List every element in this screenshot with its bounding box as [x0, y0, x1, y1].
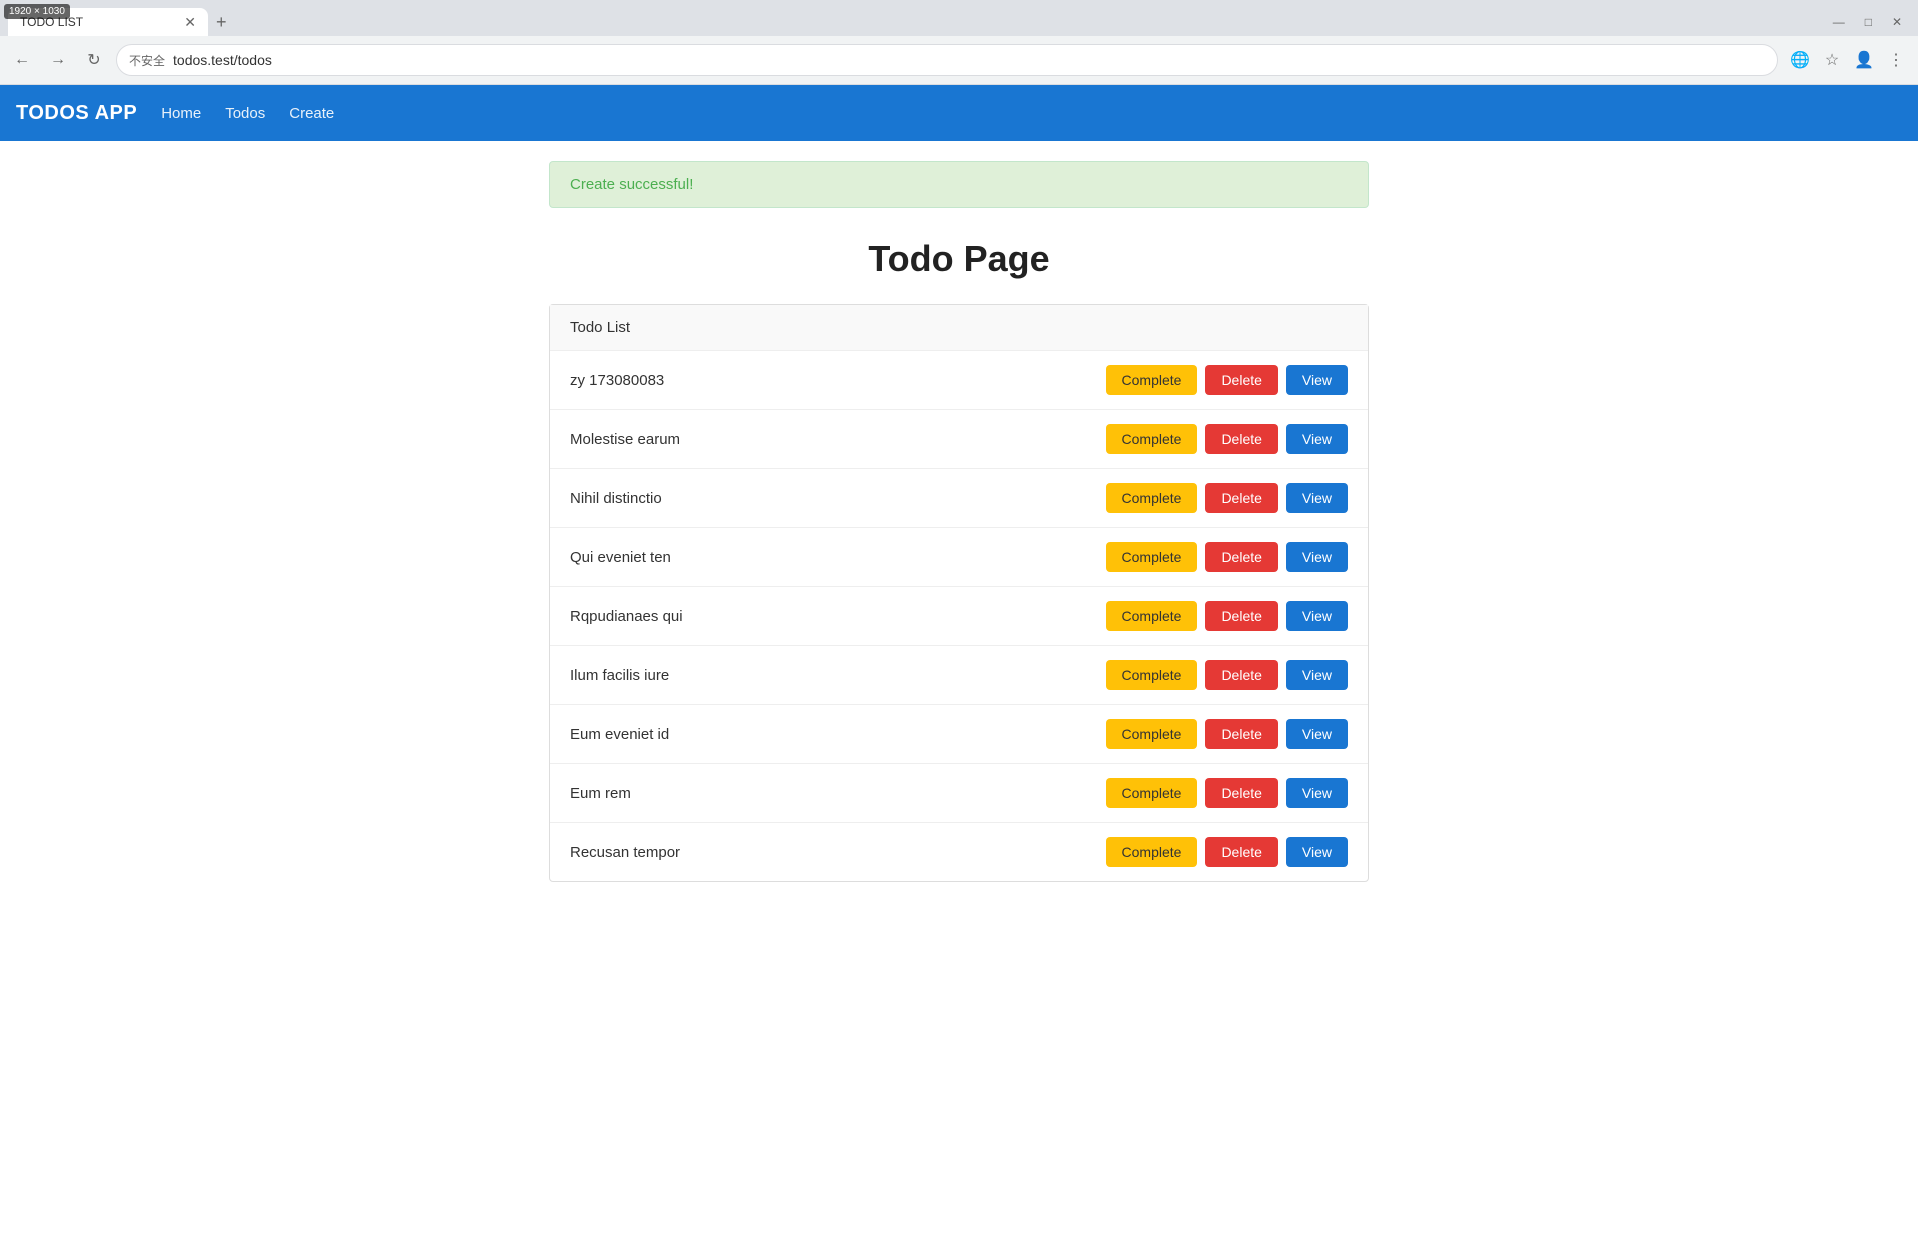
complete-button[interactable]: Complete: [1106, 660, 1198, 690]
browser-tab-bar: TODO LIST ✕ + — □ ✕: [0, 0, 1918, 36]
complete-button[interactable]: Complete: [1106, 719, 1198, 749]
reload-button[interactable]: ↻: [80, 46, 108, 74]
todo-items-list: zy 173080083 Complete Delete View Molest…: [550, 351, 1368, 881]
view-button[interactable]: View: [1286, 542, 1348, 572]
back-button[interactable]: ←: [8, 46, 36, 74]
view-button[interactable]: View: [1286, 719, 1348, 749]
todo-item: zy 173080083 Complete Delete View: [550, 351, 1368, 410]
view-button[interactable]: View: [1286, 483, 1348, 513]
delete-button[interactable]: Delete: [1205, 542, 1277, 572]
account-icon[interactable]: 👤: [1850, 46, 1878, 74]
delete-button[interactable]: Delete: [1205, 719, 1277, 749]
todo-item: Eum eveniet id Complete Delete View: [550, 705, 1368, 764]
address-bar[interactable]: 不安全 todos.test/todos: [116, 44, 1778, 76]
delete-button[interactable]: Delete: [1205, 365, 1277, 395]
nav-link-todos[interactable]: Todos: [225, 105, 265, 122]
todo-item-actions: Complete Delete View: [1106, 424, 1348, 454]
todo-list-header: Todo List: [550, 305, 1368, 351]
maximize-button[interactable]: □: [1857, 13, 1880, 31]
delete-button[interactable]: Delete: [1205, 778, 1277, 808]
complete-button[interactable]: Complete: [1106, 778, 1198, 808]
complete-button[interactable]: Complete: [1106, 837, 1198, 867]
todo-item-actions: Complete Delete View: [1106, 365, 1348, 395]
window-controls: — □ ✕: [1825, 13, 1910, 31]
tab-close-icon[interactable]: ✕: [184, 14, 196, 31]
delete-button[interactable]: Delete: [1205, 660, 1277, 690]
view-button[interactable]: View: [1286, 778, 1348, 808]
resolution-badge: 1920 × 1030: [4, 4, 70, 19]
todo-item: Qui eveniet ten Complete Delete View: [550, 528, 1368, 587]
app-brand: TODOS APP: [16, 102, 137, 125]
view-button[interactable]: View: [1286, 424, 1348, 454]
view-button[interactable]: View: [1286, 837, 1348, 867]
complete-button[interactable]: Complete: [1106, 424, 1198, 454]
todo-item-title: Molestise earum: [570, 431, 680, 448]
delete-button[interactable]: Delete: [1205, 601, 1277, 631]
todo-item-actions: Complete Delete View: [1106, 542, 1348, 572]
complete-button[interactable]: Complete: [1106, 483, 1198, 513]
browser-actions: 🌐 ☆ 👤 ⋮: [1786, 46, 1910, 74]
todo-item-title: Nihil distinctio: [570, 490, 662, 507]
todo-item-actions: Complete Delete View: [1106, 660, 1348, 690]
todo-item: Molestise earum Complete Delete View: [550, 410, 1368, 469]
success-alert: Create successful!: [549, 161, 1369, 208]
todo-item-actions: Complete Delete View: [1106, 778, 1348, 808]
nav-link-create[interactable]: Create: [289, 105, 334, 122]
close-button[interactable]: ✕: [1884, 13, 1910, 31]
view-button[interactable]: View: [1286, 601, 1348, 631]
delete-button[interactable]: Delete: [1205, 483, 1277, 513]
todo-item-actions: Complete Delete View: [1106, 719, 1348, 749]
bookmark-icon[interactable]: ☆: [1818, 46, 1846, 74]
todo-item-title: Rqpudianaes qui: [570, 608, 683, 625]
complete-button[interactable]: Complete: [1106, 542, 1198, 572]
app-navbar: TODOS APP Home Todos Create: [0, 85, 1918, 141]
todo-item-title: zy 173080083: [570, 372, 664, 389]
todo-item-actions: Complete Delete View: [1106, 483, 1348, 513]
complete-button[interactable]: Complete: [1106, 365, 1198, 395]
view-button[interactable]: View: [1286, 660, 1348, 690]
todo-item-title: Eum eveniet id: [570, 726, 669, 743]
browser-chrome: TODO LIST ✕ + — □ ✕ ← → ↻ 不安全 todos.test…: [0, 0, 1918, 85]
minimize-button[interactable]: —: [1825, 13, 1853, 31]
todo-item: Rqpudianaes qui Complete Delete View: [550, 587, 1368, 646]
todo-item: Ilum facilis iure Complete Delete View: [550, 646, 1368, 705]
translate-icon[interactable]: 🌐: [1786, 46, 1814, 74]
todo-item-title: Ilum facilis iure: [570, 667, 669, 684]
todo-container: Todo List zy 173080083 Complete Delete V…: [549, 304, 1369, 882]
delete-button[interactable]: Delete: [1205, 424, 1277, 454]
forward-button[interactable]: →: [44, 46, 72, 74]
view-button[interactable]: View: [1286, 365, 1348, 395]
todo-item-title: Eum rem: [570, 785, 631, 802]
address-text: todos.test/todos: [173, 52, 272, 68]
browser-toolbar: ← → ↻ 不安全 todos.test/todos 🌐 ☆ 👤 ⋮: [0, 36, 1918, 84]
todo-item: Recusan tempor Complete Delete View: [550, 823, 1368, 881]
delete-button[interactable]: Delete: [1205, 837, 1277, 867]
todo-item-actions: Complete Delete View: [1106, 837, 1348, 867]
todo-item: Eum rem Complete Delete View: [550, 764, 1368, 823]
page-title: Todo Page: [0, 238, 1918, 280]
complete-button[interactable]: Complete: [1106, 601, 1198, 631]
menu-icon[interactable]: ⋮: [1882, 46, 1910, 74]
todo-item-title: Recusan tempor: [570, 844, 680, 861]
nav-link-home[interactable]: Home: [161, 105, 201, 122]
todo-item-title: Qui eveniet ten: [570, 549, 671, 566]
todo-item: Nihil distinctio Complete Delete View: [550, 469, 1368, 528]
new-tab-button[interactable]: +: [208, 12, 235, 33]
alert-message: Create successful!: [570, 176, 693, 193]
insecure-label: 不安全: [129, 52, 165, 69]
todo-item-actions: Complete Delete View: [1106, 601, 1348, 631]
